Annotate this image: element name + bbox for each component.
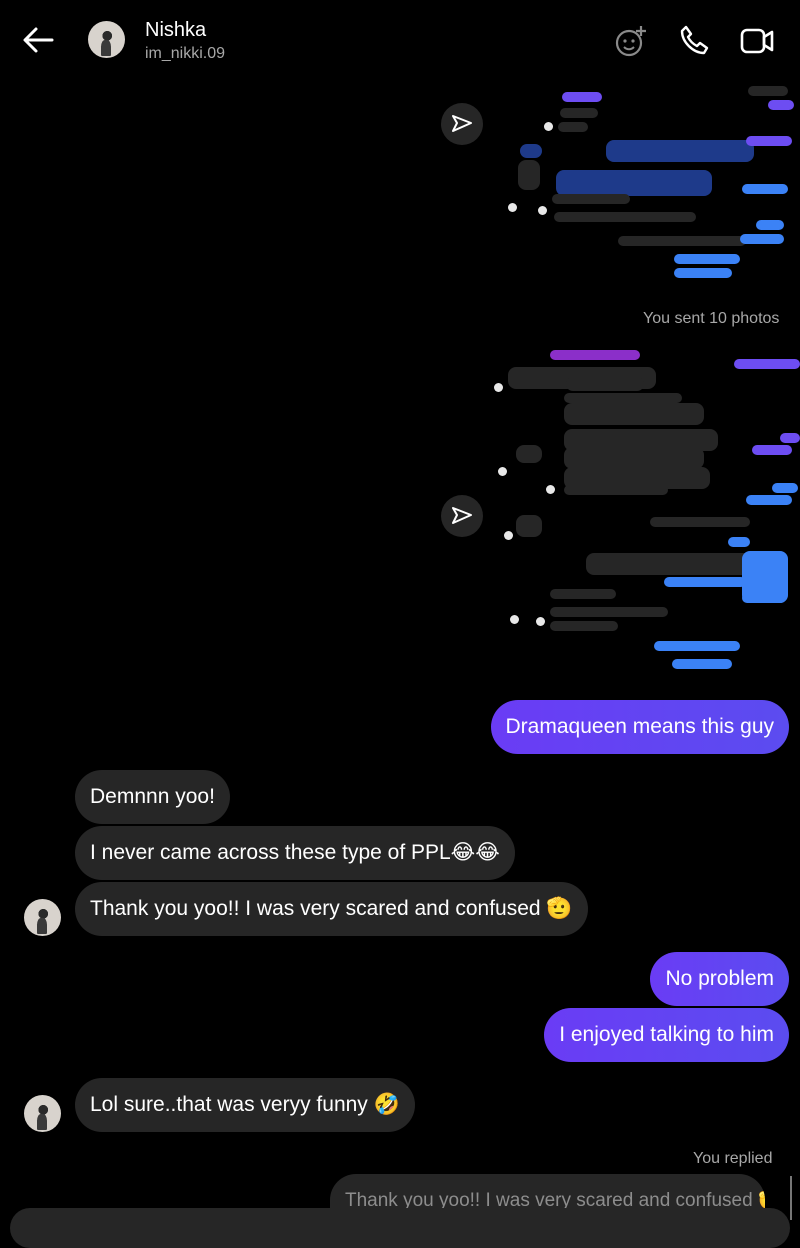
phone-icon[interactable] xyxy=(678,24,712,58)
you-replied-label: You replied xyxy=(693,1150,773,1167)
contact-handle: im_nikki.09 xyxy=(145,45,226,62)
message-composer[interactable] xyxy=(10,1208,790,1248)
photo-stack[interactable] xyxy=(500,78,795,278)
incoming-message[interactable]: I never came across these type of PPL😂😂 xyxy=(75,826,515,880)
photo-stack[interactable] xyxy=(490,345,800,670)
incoming-message[interactable]: Demnnn yoo! xyxy=(75,770,230,824)
incoming-message[interactable]: Thank you yoo!! I was very scared and co… xyxy=(75,882,588,936)
sender-avatar[interactable] xyxy=(24,1095,61,1132)
share-button[interactable] xyxy=(441,103,483,145)
chat-header: Nishka im_nikki.09 xyxy=(0,0,800,82)
video-call-icon[interactable] xyxy=(740,24,774,58)
outgoing-message[interactable]: No problem xyxy=(650,952,789,1006)
send-icon xyxy=(452,507,472,524)
outgoing-message[interactable]: Dramaqueen means this guy xyxy=(490,700,789,754)
scrollbar[interactable] xyxy=(790,1176,792,1220)
contact-avatar[interactable] xyxy=(88,21,125,58)
back-arrow-icon[interactable] xyxy=(22,26,54,54)
add-emoji-icon[interactable] xyxy=(614,24,648,58)
incoming-message[interactable]: Lol sure..that was veryy funny 🤣 xyxy=(75,1078,415,1132)
sender-avatar[interactable] xyxy=(24,899,61,936)
contact-name[interactable]: Nishka xyxy=(145,19,206,42)
outgoing-message[interactable]: I enjoyed talking to him xyxy=(544,1008,789,1062)
share-button[interactable] xyxy=(441,495,483,537)
send-icon xyxy=(452,115,472,132)
photos-sent-label: You sent 10 photos xyxy=(643,310,780,327)
